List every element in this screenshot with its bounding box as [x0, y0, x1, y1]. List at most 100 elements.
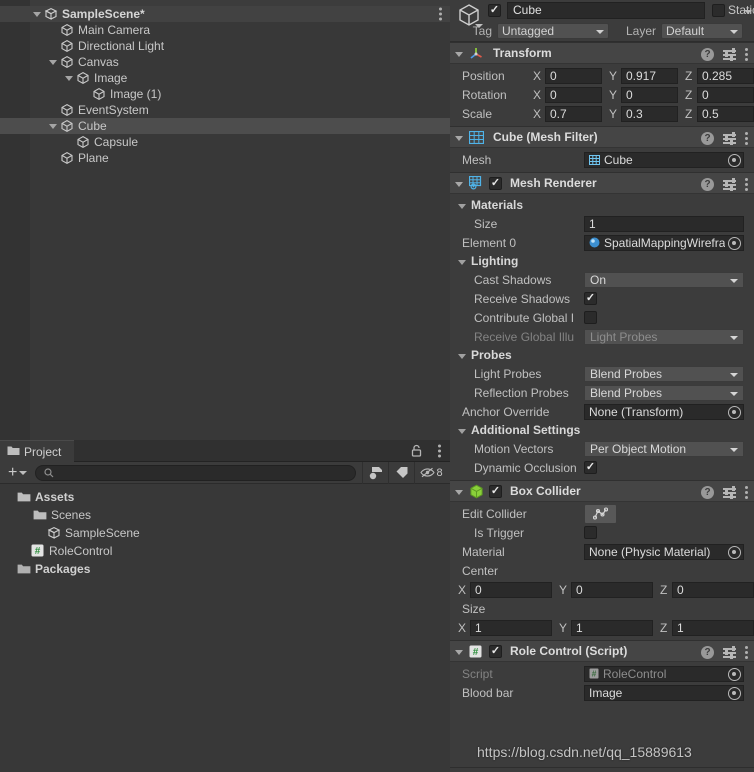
- role-control-script-header[interactable]: # Role Control (Script)?: [450, 640, 754, 662]
- help-icon[interactable]: ?: [701, 177, 714, 191]
- hidden-packages-button[interactable]: 8: [414, 461, 448, 484]
- object-field[interactable]: None (Transform): [584, 403, 744, 420]
- foldout-twisty-icon[interactable]: [454, 646, 465, 657]
- hierarchy-item-capsule[interactable]: Capsule: [0, 134, 450, 150]
- box-collider-enabled-checkbox[interactable]: [489, 484, 502, 498]
- hierarchy-item-image-1[interactable]: Image (1): [0, 86, 450, 102]
- transform-header[interactable]: Transform?: [450, 42, 754, 64]
- vector-z-input[interactable]: 0.285: [697, 67, 754, 84]
- toggle-checkbox[interactable]: [584, 311, 597, 324]
- foldout-probes[interactable]: Probes: [450, 346, 754, 364]
- preset-settings-icon[interactable]: [723, 486, 736, 499]
- component-menu-kebab-icon[interactable]: [745, 131, 748, 145]
- object-field[interactable]: SpatialMappingWirefra: [584, 234, 744, 251]
- project-item-rolecontrol[interactable]: # RoleControl: [0, 542, 450, 560]
- edit-collider-button[interactable]: [584, 503, 617, 524]
- vector-z-input[interactable]: 0.5: [697, 105, 754, 122]
- tree-twisty-open-icon[interactable]: [48, 121, 59, 132]
- vector-x-input[interactable]: 0.7: [545, 105, 602, 122]
- component-menu-kebab-icon[interactable]: [745, 47, 748, 61]
- hierarchy-item-main-camera[interactable]: Main Camera: [0, 22, 450, 38]
- object-picker-icon[interactable]: [728, 686, 741, 700]
- tree-twisty-open-icon[interactable]: [64, 73, 75, 84]
- toggle-checkbox[interactable]: [584, 461, 597, 474]
- hierarchy-item-cube[interactable]: Cube: [0, 118, 450, 134]
- object-picker-icon[interactable]: [728, 405, 741, 419]
- filter-by-label-button[interactable]: [388, 461, 414, 484]
- object-picker-icon[interactable]: [728, 545, 741, 559]
- preset-settings-icon[interactable]: [723, 646, 736, 659]
- create-asset-button[interactable]: +: [2, 464, 33, 482]
- foldout-twisty-icon[interactable]: [454, 48, 465, 59]
- vector-z-input[interactable]: 1: [672, 619, 754, 636]
- hierarchy-item-plane[interactable]: Plane: [0, 150, 450, 166]
- static-dropdown-chevron-icon[interactable]: [744, 10, 752, 14]
- hierarchy-item-samplescene[interactable]: SampleScene*: [0, 6, 450, 22]
- help-icon[interactable]: ?: [701, 485, 714, 499]
- object-field[interactable]: Image: [584, 684, 744, 701]
- preset-settings-icon[interactable]: [723, 178, 736, 191]
- object-picker-icon[interactable]: [728, 153, 741, 167]
- hierarchy-item-canvas[interactable]: Canvas: [0, 54, 450, 70]
- project-search-input[interactable]: [35, 464, 356, 481]
- tree-twisty-open-icon[interactable]: [48, 57, 59, 68]
- foldout-lighting[interactable]: Lighting: [450, 252, 754, 270]
- dropdown-control[interactable]: Blend Probes: [584, 365, 744, 382]
- preset-settings-icon[interactable]: [723, 48, 736, 61]
- project-tree[interactable]: Assets Scenes SampleScene # RoleControl Packa…: [0, 484, 450, 578]
- tree-twisty-open-icon[interactable]: [4, 492, 15, 503]
- toggle-checkbox[interactable]: [584, 526, 597, 539]
- tab-project[interactable]: Project: [0, 440, 74, 462]
- component-menu-kebab-icon[interactable]: [745, 177, 748, 191]
- project-item-packages[interactable]: Packages: [0, 560, 450, 578]
- object-name-input[interactable]: Cube: [507, 2, 705, 19]
- static-checkbox[interactable]: [712, 4, 725, 17]
- foldout-additional-settings[interactable]: Additional Settings: [450, 421, 754, 439]
- foldout-twisty-icon[interactable]: [457, 200, 468, 211]
- foldout-twisty-icon[interactable]: [457, 425, 468, 436]
- foldout-twisty-icon[interactable]: [454, 178, 465, 189]
- project-menu-kebab-icon[interactable]: [438, 444, 441, 457]
- scene-menu-kebab-icon[interactable]: [439, 7, 442, 21]
- foldout-twisty-icon[interactable]: [454, 486, 465, 497]
- object-field[interactable]: Cube: [584, 151, 744, 168]
- vector-z-input[interactable]: 0: [672, 581, 754, 598]
- tree-twisty-closed-icon[interactable]: [4, 564, 15, 575]
- help-icon[interactable]: ?: [701, 47, 714, 61]
- vector-x-input[interactable]: 0: [545, 67, 602, 84]
- hierarchy-item-directional-light[interactable]: Directional Light: [0, 38, 450, 54]
- dropdown-control[interactable]: Blend Probes: [584, 384, 744, 401]
- vector-y-input[interactable]: 0.917: [621, 67, 678, 84]
- vector-z-input[interactable]: 0: [697, 86, 754, 103]
- project-item-assets[interactable]: Assets: [0, 488, 450, 506]
- dropdown-control[interactable]: Per Object Motion: [584, 440, 744, 457]
- vector-y-input[interactable]: 0: [571, 581, 653, 598]
- vector-y-input[interactable]: 1: [571, 619, 653, 636]
- component-menu-kebab-icon[interactable]: [745, 645, 748, 659]
- filter-by-type-button[interactable]: [362, 461, 388, 484]
- value-input[interactable]: 1: [584, 215, 744, 232]
- dropdown-control[interactable]: Light Probes: [584, 328, 744, 345]
- hierarchy-item-image[interactable]: Image: [0, 70, 450, 86]
- dropdown-control[interactable]: On: [584, 271, 744, 288]
- box-collider-header[interactable]: Box Collider?: [450, 480, 754, 502]
- role-control-script-enabled-checkbox[interactable]: [489, 644, 502, 658]
- object-picker-icon[interactable]: [728, 667, 741, 681]
- vector-y-input[interactable]: 0.3: [621, 105, 678, 122]
- vector-x-input[interactable]: 0: [470, 581, 552, 598]
- mesh-renderer-header[interactable]: Mesh Renderer?: [450, 172, 754, 194]
- hierarchy-item-eventsystem[interactable]: EventSystem: [0, 102, 450, 118]
- tree-twisty-open-icon[interactable]: [32, 9, 43, 20]
- vector-x-input[interactable]: 0: [545, 86, 602, 103]
- tree-twisty-open-icon[interactable]: [20, 510, 31, 521]
- foldout-twisty-icon[interactable]: [454, 132, 465, 143]
- object-picker-icon[interactable]: [728, 236, 741, 250]
- tag-dropdown[interactable]: Untagged: [497, 23, 609, 39]
- preset-settings-icon[interactable]: [723, 132, 736, 145]
- object-field[interactable]: None (Physic Material): [584, 543, 744, 560]
- object-field[interactable]: # RoleControl: [584, 665, 744, 682]
- toggle-checkbox[interactable]: [584, 292, 597, 305]
- foldout-twisty-icon[interactable]: [457, 256, 468, 267]
- vector-x-input[interactable]: 1: [470, 619, 552, 636]
- foldout-materials[interactable]: Materials: [450, 196, 754, 214]
